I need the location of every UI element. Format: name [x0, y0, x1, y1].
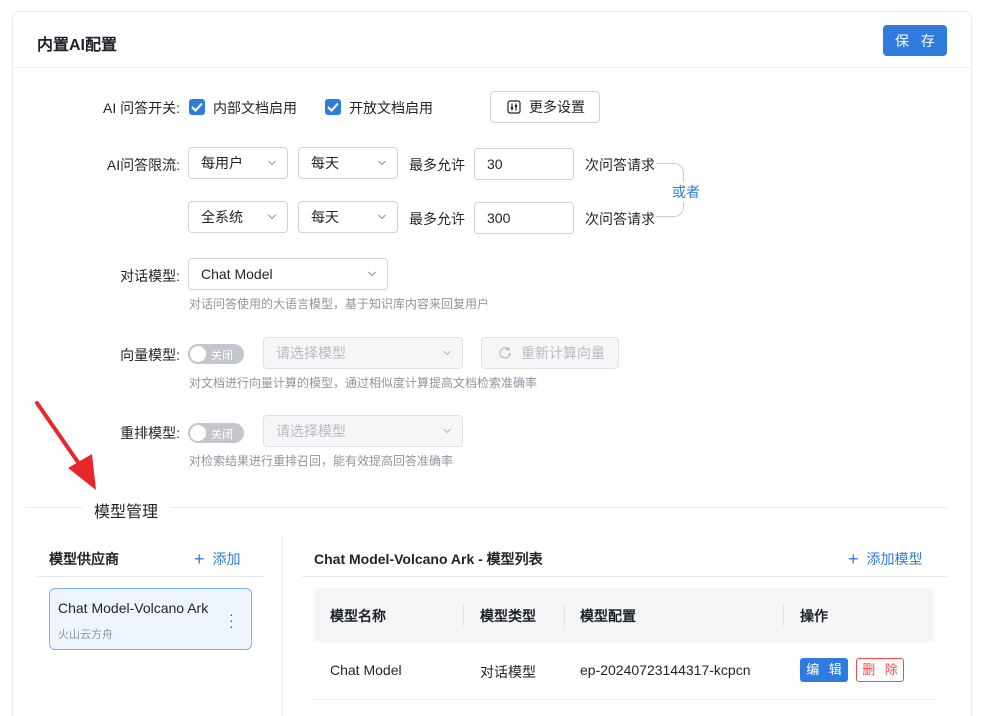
check-icon [327, 102, 339, 112]
rate-scope-value-2: 全系统 [201, 209, 243, 225]
rate-period-value-1: 每天 [311, 155, 339, 171]
rerank-model-hint: 对检索结果进行重排召回，能有效提高回答准确率 [189, 454, 454, 468]
recalculate-vectors-button[interactable]: 重新计算向量 [481, 337, 619, 369]
add-provider-label: 添加 [212, 551, 241, 567]
add-model-label: 添加模型 [866, 551, 923, 567]
ai-switch-label: AI 问答开关: [102, 100, 180, 116]
providers-header-divider [37, 576, 264, 577]
rate-scope-select-1[interactable]: 每用户 [188, 147, 288, 179]
rate-scope-select-2[interactable]: 全系统 [188, 201, 288, 233]
model-config-cell: ep-20240723144317-kcpcn [580, 662, 751, 678]
column-separator [463, 604, 464, 626]
model-table-header: 模型名称 模型类型 模型配置 操作 [314, 588, 934, 642]
rate-scope-value-1: 每用户 [201, 155, 243, 171]
vector-model-placeholder: 请选择模型 [276, 345, 346, 361]
open-docs-label: 开放文档启用 [349, 100, 433, 116]
column-header-type: 模型类型 [480, 608, 536, 624]
more-settings-button[interactable]: 更多设置 [490, 91, 600, 123]
rerank-model-select[interactable]: 请选择模型 [263, 415, 463, 447]
chevron-down-icon [368, 271, 376, 277]
chevron-down-icon [268, 214, 276, 220]
column-separator [564, 604, 565, 626]
model-list-title: Chat Model-Volcano Ark - 模型列表 [314, 551, 543, 567]
rerank-model-toggle[interactable]: 关闭 [188, 423, 244, 443]
chevron-down-icon [268, 160, 276, 166]
vector-model-select[interactable]: 请选择模型 [263, 337, 463, 369]
add-model-button[interactable]: + 添加模型 [848, 549, 923, 569]
max-allow-label-1: 最多允许 [409, 157, 465, 173]
chevron-down-icon [378, 160, 386, 166]
rate-limit-label: AI问答限流: [106, 157, 180, 173]
add-provider-button[interactable]: + 添加 [194, 549, 241, 569]
plus-icon: + [848, 549, 859, 569]
or-label: 或者 [671, 182, 701, 202]
column-header-config: 模型配置 [580, 608, 636, 624]
model-management-title: 模型管理 [82, 498, 171, 522]
chevron-down-icon [378, 214, 386, 220]
chat-model-label: 对话模型: [120, 268, 180, 284]
providers-title: 模型供应商 [49, 551, 119, 567]
plus-icon: + [194, 549, 205, 569]
internal-docs-checkbox[interactable] [189, 99, 205, 115]
annotation-arrow-icon [35, 401, 96, 490]
requests-suffix-1: 次问答请求 [585, 157, 655, 173]
table-row: Chat Model 对话模型 ep-20240723144317-kcpcn … [314, 642, 934, 700]
delete-button[interactable]: 删 除 [856, 658, 904, 682]
vector-model-toggle[interactable]: 关闭 [188, 344, 244, 364]
max-allow-label-2: 最多允许 [409, 211, 465, 227]
more-vertical-icon[interactable]: · · · [229, 607, 234, 633]
save-button[interactable]: 保 存 [883, 25, 947, 56]
rate-period-select-1[interactable]: 每天 [298, 147, 398, 179]
requests-suffix-2: 次问答请求 [585, 211, 655, 227]
rate-limit-input-1[interactable]: 30 [474, 148, 574, 180]
rerank-model-placeholder: 请选择模型 [276, 423, 346, 439]
rate-period-value-2: 每天 [311, 209, 339, 225]
chevron-down-icon [443, 350, 451, 356]
model-name-cell: Chat Model [330, 662, 402, 678]
chevron-down-icon [443, 428, 451, 434]
toggle-knob [190, 346, 206, 362]
toggle-label: 关闭 [211, 350, 233, 362]
open-docs-checkbox[interactable] [325, 99, 341, 115]
chat-model-hint: 对话问答使用的大语言模型，基于知识库内容来回复用户 [189, 297, 490, 311]
rate-limit-input-2[interactable]: 300 [474, 202, 574, 234]
panel-divider [282, 537, 283, 716]
refresh-icon [499, 347, 511, 359]
page-title: 内置AI配置 [37, 37, 118, 54]
rate-period-select-2[interactable]: 每天 [298, 201, 398, 233]
edit-button[interactable]: 编 辑 [800, 658, 848, 682]
sliders-icon [507, 100, 521, 114]
vector-model-label: 向量模型: [120, 347, 180, 363]
toggle-knob [190, 425, 206, 441]
provider-subtitle: 火山云方舟 [58, 629, 113, 641]
recalculate-vectors-label: 重新计算向量 [521, 345, 605, 361]
column-header-name: 模型名称 [330, 608, 386, 624]
toggle-label: 关闭 [211, 429, 233, 441]
model-type-cell: 对话模型 [480, 664, 536, 680]
internal-docs-label: 内部文档启用 [213, 100, 297, 116]
provider-item[interactable]: Chat Model-Volcano Ark 火山云方舟 · · · [49, 588, 252, 650]
provider-name: Chat Model-Volcano Ark [58, 600, 209, 616]
card-header: 内置AI配置 保 存 [13, 12, 971, 68]
chat-model-select[interactable]: Chat Model [188, 258, 388, 290]
check-icon [191, 102, 203, 112]
column-separator [783, 604, 784, 626]
model-list-header-divider [302, 576, 947, 577]
vector-model-hint: 对文档进行向量计算的模型，通过相似度计算提高文档检索准确率 [189, 376, 538, 390]
chat-model-value: Chat Model [201, 266, 273, 282]
column-header-actions: 操作 [800, 608, 828, 624]
more-settings-label: 更多设置 [529, 99, 585, 115]
